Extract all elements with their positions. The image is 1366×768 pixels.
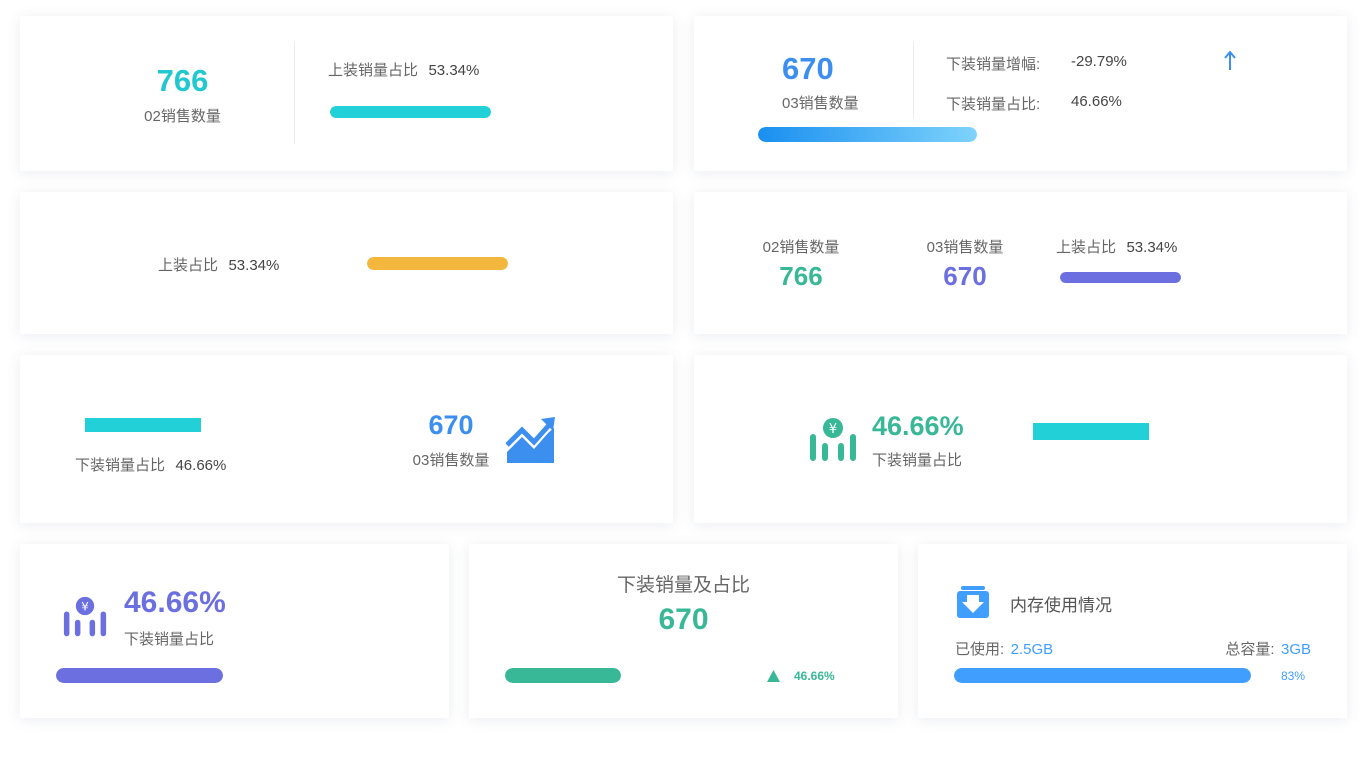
count-a-value: 766 [779, 261, 823, 291]
ratio-row: 上装占比 53.34% [158, 254, 279, 275]
ratio-row: 上装占比 53.34% [1056, 236, 1177, 257]
count-b-label: 03销售数量 [926, 239, 1004, 256]
percent-label: 下装销量占比 [872, 452, 963, 469]
ratio-bar-fill [330, 106, 491, 118]
card-lower-ratio-trend: 下装销量占比 46.66% 670 03销售数量 [20, 355, 673, 523]
memory-progress-fill [954, 668, 1251, 683]
ratio-bar-fill [367, 257, 508, 270]
percent-label: 下装销量占比 [124, 631, 215, 648]
growth-value: -29.79% [1071, 53, 1127, 70]
percent-value: 46.66% [794, 669, 835, 683]
ratio-bar-fill [505, 668, 621, 683]
ratio-row: 下装销量占比 46.66% [75, 454, 226, 475]
ratio-label: 上装占比 [1056, 239, 1117, 256]
total-row: 总容量: 3GB [1225, 638, 1311, 659]
total-label: 总容量: [1225, 641, 1275, 658]
card-memory-usage: 内存使用情况 已使用: 2.5GB 总容量: 3GB 83% [918, 544, 1347, 718]
ratio-row: 上装销量占比 53.34% [328, 59, 479, 80]
divider [294, 42, 295, 144]
used-row: 已使用: 2.5GB [955, 638, 1053, 659]
ratio-bar [505, 668, 621, 683]
ratio-bar-fill [56, 668, 223, 683]
count-value: 670 [428, 410, 474, 440]
card-upper-ratio: 上装占比 53.34% [20, 192, 673, 334]
count-value: 670 [658, 603, 709, 636]
ratio-bar [1060, 272, 1181, 283]
card-lower-sales-and-ratio: 下装销量及占比 670 46.66% [469, 544, 898, 718]
ratio-bar [56, 668, 223, 683]
ratio-bar [1033, 423, 1149, 440]
count-label: 03销售数量 [412, 452, 490, 469]
ratio-value: 53.34% [228, 257, 280, 274]
ratio-label: 下装销量占比 [75, 457, 166, 474]
ratio-value: 46.66% [175, 457, 227, 474]
svg-text:¥: ¥ [829, 422, 837, 437]
money-chart-icon: ¥ [63, 595, 107, 639]
ratio-bar [330, 106, 491, 118]
ratio-bar-fill [85, 418, 201, 432]
ratio-bar-fill [1033, 423, 1149, 440]
count-a-label: 02销售数量 [762, 239, 840, 256]
gradient-bar-fill [758, 127, 977, 142]
arrow-up-icon [1222, 50, 1238, 72]
total-value: 3GB [1280, 641, 1311, 658]
percent-value: 46.66% [124, 586, 226, 619]
download-box-icon [956, 585, 990, 619]
svg-text:¥: ¥ [81, 600, 89, 614]
count-value: 766 [156, 63, 209, 98]
money-chart-icon: ¥ [809, 416, 857, 464]
count-b-value: 670 [943, 261, 987, 291]
used-label: 已使用: [955, 641, 1005, 658]
count-value: 670 [782, 51, 834, 86]
card-lower-sales-growth: 670 03销售数量 下装销量增幅: -29.79% 下装销量占比: 46.66… [694, 16, 1347, 171]
ratio-label: 下装销量占比: [946, 96, 1041, 113]
ratio-bar [367, 257, 508, 270]
ratio-value: 46.66% [1071, 93, 1122, 110]
ratio-value: 53.34% [428, 62, 480, 79]
card-sales-compare: 02销售数量 766 03销售数量 670 上装占比 53.34% [694, 192, 1347, 334]
memory-percent: 83% [1281, 669, 1306, 683]
divider [913, 42, 914, 118]
ratio-label: 上装销量占比 [328, 62, 419, 79]
card-lower-ratio-purple: ¥ 46.66% 下装销量占比 [20, 544, 449, 718]
card-title: 下装销量及占比 [616, 575, 750, 596]
card-title: 内存使用情况 [1010, 596, 1112, 615]
growth-label: 下装销量增幅: [946, 56, 1041, 73]
triangle-up-icon [767, 670, 780, 682]
percent-value: 46.66% [872, 411, 964, 441]
card-lower-ratio-money: ¥ 46.66% 下装销量占比 [694, 355, 1347, 523]
ratio-bar-fill [1060, 272, 1181, 283]
memory-progress-bar [954, 668, 1251, 683]
ratio-value: 53.34% [1126, 239, 1178, 256]
count-label: 02销售数量 [144, 108, 221, 125]
gradient-bar [758, 127, 977, 142]
trend-chart-icon [506, 416, 556, 466]
used-value: 2.5GB [1010, 641, 1054, 658]
ratio-label: 上装占比 [158, 257, 219, 274]
card-upper-sales-ratio: 766 02销售数量 上装销量占比 53.34% [20, 16, 673, 171]
ratio-bar [85, 418, 201, 432]
count-label: 03销售数量 [782, 95, 859, 112]
